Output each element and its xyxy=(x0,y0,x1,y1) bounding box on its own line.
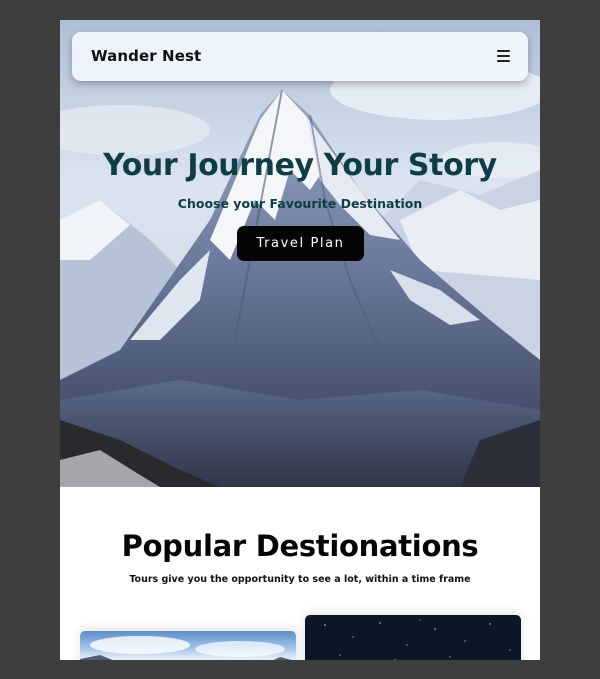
destination-card[interactable] xyxy=(80,631,296,660)
brand-logo-text[interactable]: Wander Nest xyxy=(91,47,201,65)
menu-bar xyxy=(497,60,510,62)
menu-bar xyxy=(497,55,510,57)
starry-night-photo xyxy=(324,619,511,660)
section-subtitle: Tours give you the opportunity to see a … xyxy=(129,574,471,585)
hero-title: Your Journey Your Story xyxy=(103,148,497,183)
app-viewport: Wander Nest Your Journey Your Story Choo… xyxy=(60,20,540,660)
menu-bar xyxy=(497,50,510,52)
destination-card[interactable] xyxy=(305,615,521,660)
hero-subtitle: Choose your Favourite Destination xyxy=(177,196,423,211)
mountain-sky-photo xyxy=(80,636,292,660)
section-title: Popular Destionations xyxy=(121,529,479,563)
travel-plan-button[interactable]: Travel Plan xyxy=(237,226,364,261)
hamburger-menu-icon[interactable] xyxy=(497,49,510,62)
hero-section: Wander Nest Your Journey Your Story Choo… xyxy=(60,20,540,487)
top-navbar: Wander Nest xyxy=(72,32,528,81)
